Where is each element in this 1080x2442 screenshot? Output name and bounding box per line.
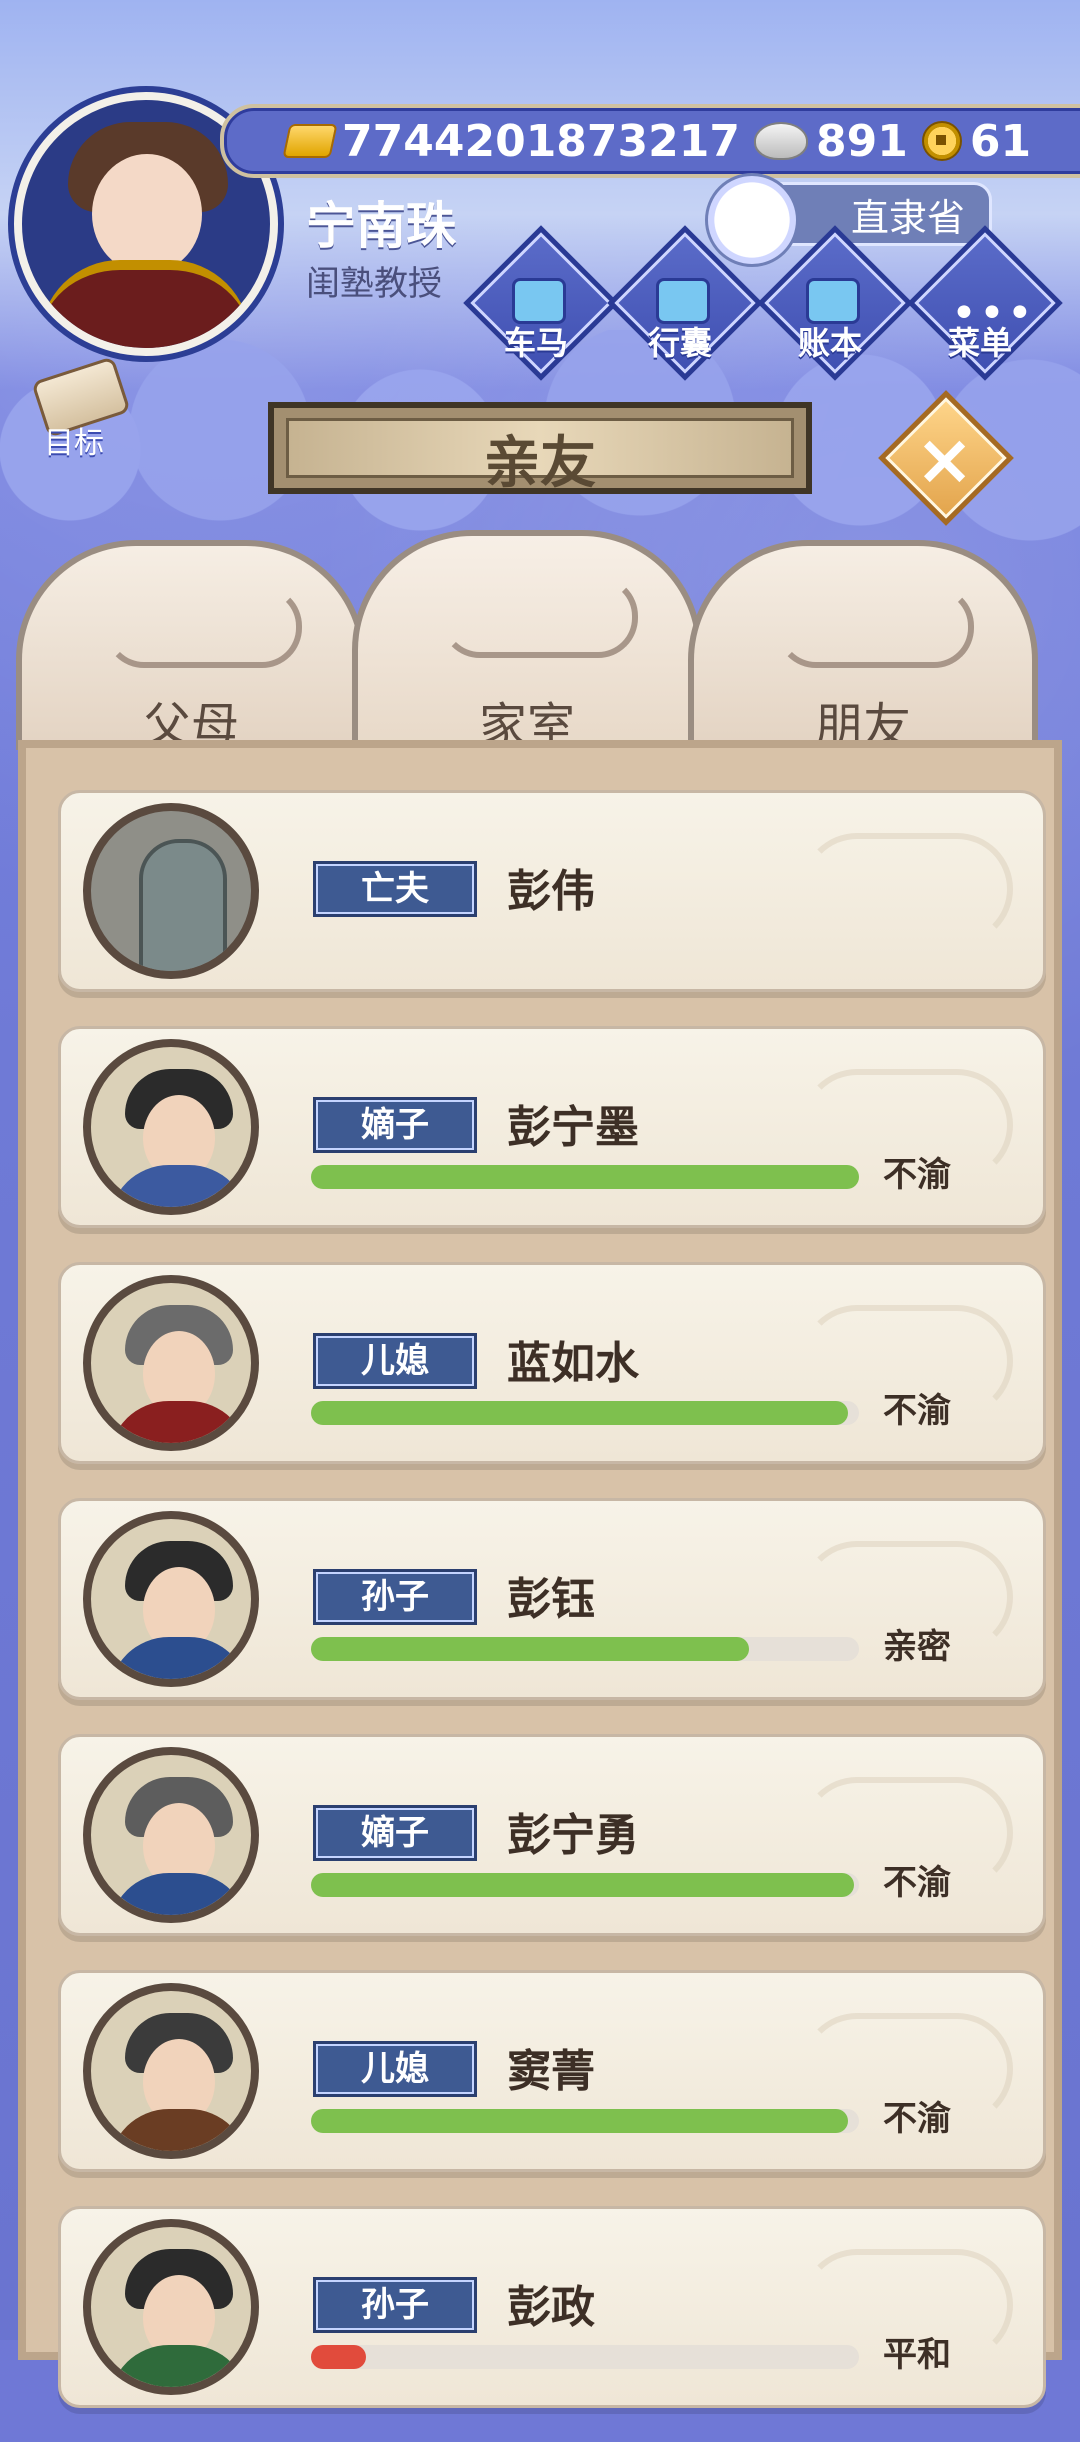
silver-ingot-icon — [754, 122, 808, 160]
tab-friends[interactable]: 朋友 — [688, 540, 1038, 754]
ledger-button[interactable]: 账本 — [757, 225, 913, 381]
cart-button[interactable]: 车马 — [463, 225, 619, 381]
relative-role-badge: 儿媳 — [313, 1333, 477, 1389]
relative-card[interactable]: 孙子 彭政 平和 — [58, 2206, 1046, 2408]
affinity-bar — [311, 2345, 859, 2369]
silver-resource: 891 — [754, 116, 908, 167]
affinity-bar-fill — [311, 2345, 366, 2369]
relative-mood: 不渝 — [883, 1155, 951, 1195]
menu-label: 菜单 — [947, 324, 1012, 362]
relative-name: 彭钰 — [507, 1574, 595, 1625]
relative-name: 蓝如水 — [507, 1338, 639, 1389]
relative-avatar — [83, 1039, 259, 1215]
location-button[interactable]: 直隶省 — [705, 173, 992, 267]
relative-card[interactable]: 儿媳 窦菁 不渝 — [58, 1970, 1046, 2172]
avatar-robe — [109, 1873, 249, 1915]
relative-role-badge: 亡夫 — [313, 861, 477, 917]
gold-ingot-icon — [282, 124, 338, 158]
avatar-robe — [109, 1401, 249, 1443]
bag-button[interactable]: 行囊 — [607, 225, 763, 381]
affinity-bar-fill — [311, 1165, 859, 1189]
relative-mood: 不渝 — [883, 1391, 951, 1431]
title-banner: 亲友 — [268, 402, 812, 496]
relative-name: 彭宁勇 — [507, 1810, 639, 1861]
relative-role-badge: 孙子 — [313, 1569, 477, 1625]
relative-card[interactable]: 嫡子 彭宁勇 不渝 — [58, 1734, 1046, 1936]
resource-bar: 7744201873217 891 61 — [220, 104, 1080, 178]
goal-label: 目标 — [44, 426, 104, 461]
relative-card[interactable]: 亡夫 彭伟 — [58, 790, 1046, 992]
relative-avatar — [83, 2219, 259, 2395]
relationship-tabs: 父母 家室 朋友 — [16, 520, 1064, 755]
relative-role-badge: 嫡子 — [313, 1097, 477, 1153]
location-label: 直隶省 — [850, 195, 965, 240]
coin-icon — [921, 121, 962, 161]
relative-avatar — [83, 1983, 259, 2159]
bag-label: 行囊 — [647, 324, 712, 362]
tab-family[interactable]: 家室 — [352, 530, 702, 755]
affinity-bar-fill — [311, 2109, 849, 2133]
avatar-robe — [109, 2345, 249, 2387]
relative-name: 彭政 — [507, 2282, 595, 2333]
relative-role-badge: 嫡子 — [313, 1805, 477, 1861]
avatar-robe — [40, 260, 250, 348]
goal-button[interactable]: 目标 — [14, 356, 134, 461]
affinity-bar-fill — [311, 1637, 750, 1661]
cart-label: 车马 — [503, 324, 568, 362]
relative-card[interactable]: 嫡子 彭宁墨 不渝 — [58, 1026, 1046, 1228]
relative-mood: 不渝 — [883, 2099, 951, 2139]
relative-mood: 亲密 — [883, 1627, 951, 1667]
relative-role-badge: 孙子 — [313, 2277, 477, 2333]
menu-button[interactable]: ••• 菜单 — [907, 225, 1063, 381]
player-title: 闺塾教授 — [306, 264, 442, 304]
affinity-bar — [311, 1637, 859, 1661]
affinity-bar-fill — [311, 1873, 854, 1897]
affinity-bar — [311, 1873, 859, 1897]
close-icon: × — [915, 418, 974, 501]
avatar-robe — [109, 2109, 249, 2151]
silver-amount: 891 — [816, 115, 908, 167]
affinity-bar — [311, 1401, 859, 1425]
affinity-bar — [311, 2109, 859, 2133]
tab-parents[interactable]: 父母 — [16, 540, 366, 754]
relative-avatar — [83, 1275, 259, 1451]
relative-card[interactable]: 孙子 彭钰 亲密 — [58, 1498, 1046, 1700]
tab-crest-decoration — [104, 586, 302, 668]
relative-mood: 不渝 — [883, 1863, 951, 1903]
relative-mood: 平和 — [883, 2335, 951, 2375]
avatar-robe — [109, 1637, 249, 1679]
coin-resource: 61 — [921, 115, 1032, 167]
affinity-bar — [311, 1165, 859, 1189]
avatar-face — [92, 154, 202, 274]
gold-amount: 7744201873217 — [342, 115, 740, 167]
affinity-bar-fill — [311, 1401, 849, 1425]
relatives-panel: 亡夫 彭伟 嫡子 彭宁墨 不渝 儿媳 蓝如水 不渝 孙子 彭钰 亲密 嫡子 彭宁… — [18, 740, 1062, 2408]
relative-avatar — [83, 1511, 259, 1687]
player-name: 宁南珠 — [306, 197, 456, 255]
relative-name: 彭伟 — [507, 866, 595, 917]
gold-resource: 7744201873217 — [282, 115, 740, 167]
screen-title: 亲友 — [484, 431, 596, 496]
relative-name: 窦菁 — [507, 2046, 595, 2097]
relative-avatar — [83, 1747, 259, 1923]
relative-card[interactable]: 儿媳 蓝如水 不渝 — [58, 1262, 1046, 1464]
relative-avatar — [83, 803, 259, 979]
ledger-label: 账本 — [797, 324, 862, 362]
tab-crest-decoration — [440, 576, 638, 658]
coin-amount: 61 — [969, 115, 1032, 167]
avatar-robe — [109, 1165, 249, 1207]
tombstone-icon — [139, 839, 227, 971]
relative-role-badge: 儿媳 — [313, 2041, 477, 2097]
relatives-list: 亡夫 彭伟 嫡子 彭宁墨 不渝 儿媳 蓝如水 不渝 孙子 彭钰 亲密 嫡子 彭宁… — [58, 790, 1046, 2442]
relative-name: 彭宁墨 — [507, 1102, 639, 1153]
tab-crest-decoration — [776, 586, 974, 668]
